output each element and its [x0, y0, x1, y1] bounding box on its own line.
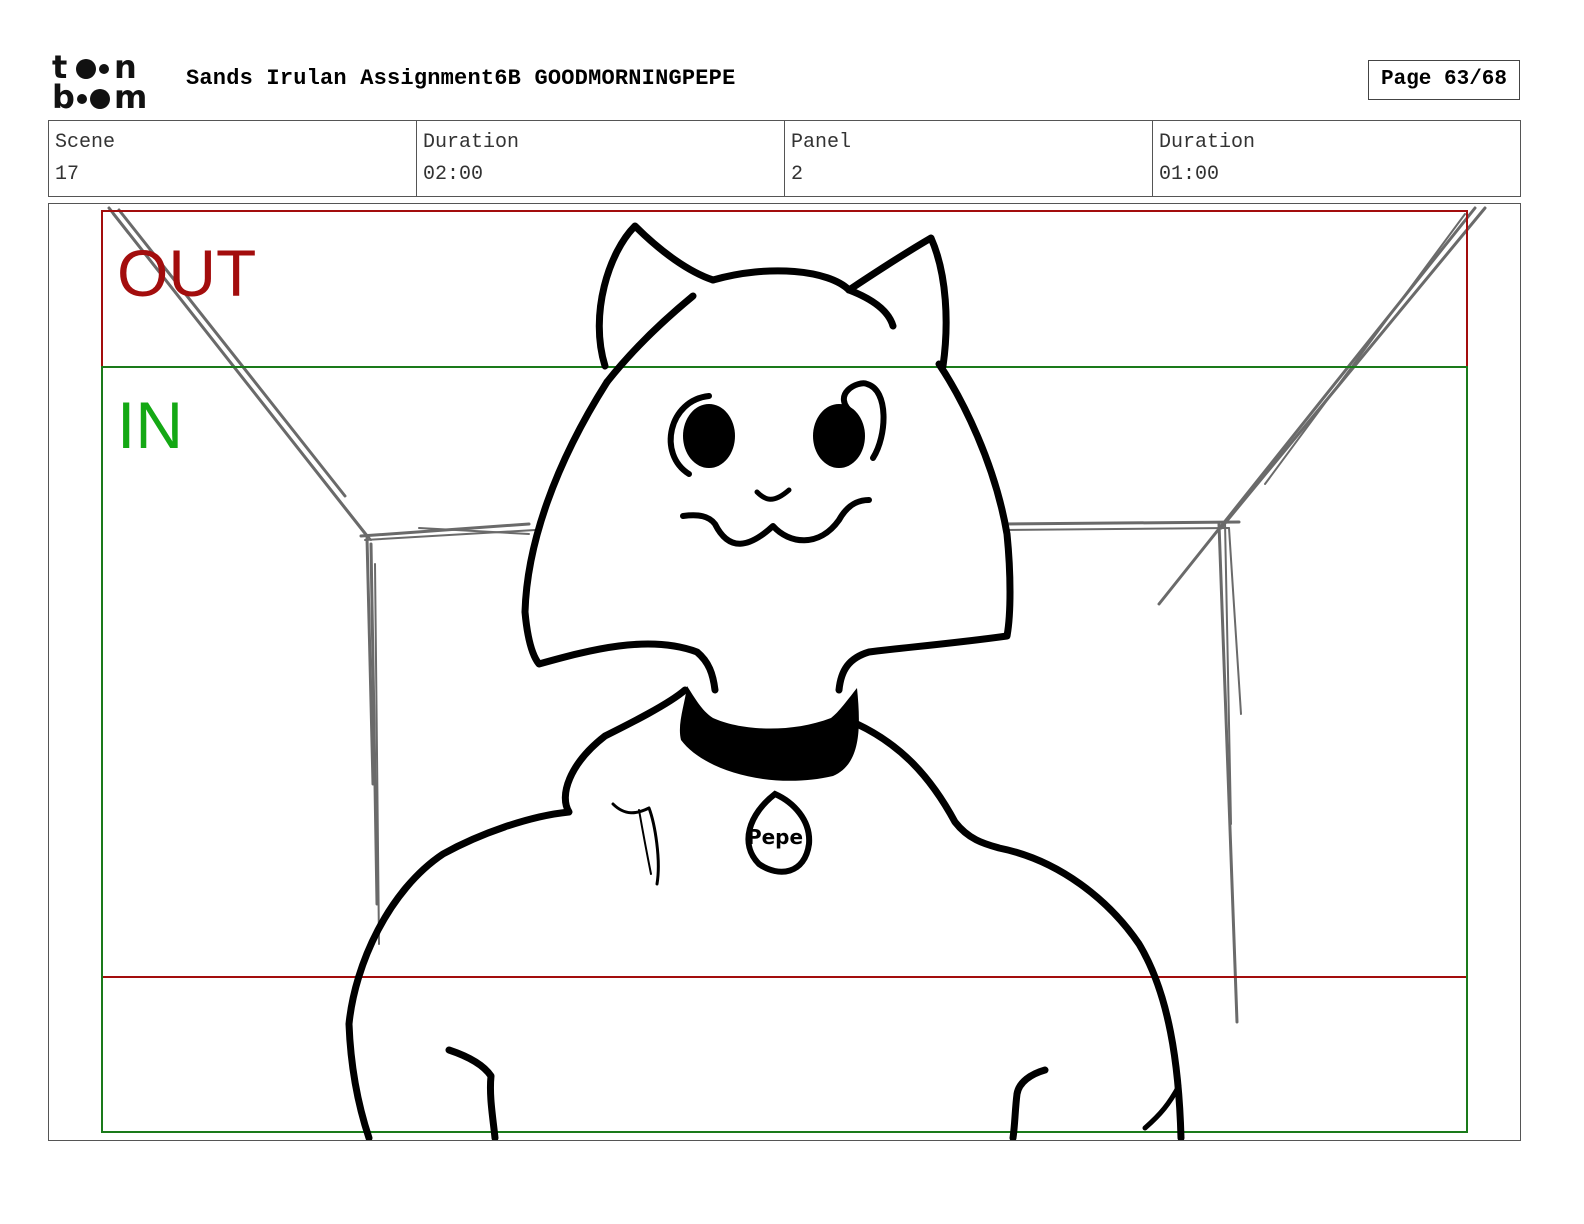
scene-duration-label: Duration [423, 131, 520, 154]
panel-drawing: Pepe [101, 206, 1487, 1140]
out-frame-label: OUT [117, 236, 257, 310]
collar [679, 686, 859, 781]
panel-value: 2 [791, 163, 804, 186]
panel-duration-label: Duration [1159, 131, 1256, 154]
svg-text:b: b [52, 78, 75, 112]
scene-duration-cell: Duration 02:00 [417, 121, 785, 196]
logo-graphic: t n b m [52, 48, 147, 116]
svg-text:m: m [114, 78, 147, 112]
scene-cell: Scene 17 [49, 121, 417, 196]
scene-duration-value: 02:00 [423, 163, 484, 186]
tag-text: Pepe [747, 825, 803, 849]
page-indicator: Page 63/68 [1368, 60, 1520, 100]
in-frame-label: IN [117, 388, 183, 462]
toon-boom-logo: t n b m [50, 48, 168, 116]
right-eye [813, 404, 865, 468]
background-sketch [107, 206, 1487, 1024]
scene-label: Scene [55, 131, 116, 154]
scene-info-bar: Scene 17 Duration 02:00 Panel 2 Duration… [48, 120, 1521, 197]
document-title: Sands Irulan Assignment6B GOODMORNINGPEP… [186, 66, 736, 91]
panel-label: Panel [791, 131, 852, 154]
panel-duration-value: 01:00 [1159, 163, 1220, 186]
panel-cell: Panel 2 [785, 121, 1153, 196]
storyboard-panel: Pepe OUT IN [48, 203, 1521, 1141]
scene-value: 17 [55, 163, 80, 186]
left-eye [683, 404, 735, 468]
cat-character [345, 222, 1185, 1140]
panel-duration-cell: Duration 01:00 [1153, 121, 1520, 196]
